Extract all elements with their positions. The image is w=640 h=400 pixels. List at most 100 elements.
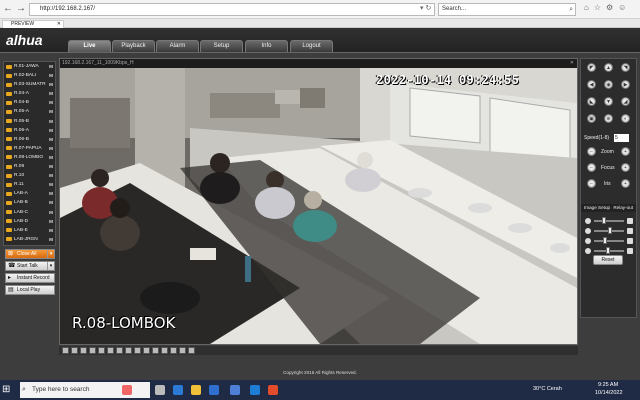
layout-1-icon[interactable]	[62, 347, 69, 354]
start-talk-button[interactable]: ☎ Start Talk ▾	[5, 261, 55, 271]
address-actions-icon[interactable]: ▾ ↻	[420, 3, 431, 15]
chrome-icon[interactable]	[268, 385, 278, 395]
zoom-in-icon[interactable]: +	[621, 147, 630, 156]
store-icon[interactable]	[230, 385, 240, 395]
iris-close-icon[interactable]: −	[587, 179, 596, 188]
instant-record-button[interactable]: ▸ Instant Record	[5, 273, 55, 283]
weather-status[interactable]: 30°C Cerah	[533, 386, 562, 393]
layout-36-icon[interactable]	[116, 347, 123, 354]
main-stream-toggle[interactable]: M	[49, 71, 53, 80]
ptz-down-right-icon[interactable]: ◢	[621, 97, 630, 106]
main-stream-toggle[interactable]: M	[49, 126, 53, 135]
main-stream-toggle[interactable]: M	[49, 107, 53, 116]
nav-info[interactable]: Info	[245, 40, 288, 52]
layout-25-icon[interactable]	[107, 347, 114, 354]
back-icon[interactable]: ←	[2, 3, 14, 15]
browser-tab[interactable]: PREVIEW ✕	[2, 20, 64, 28]
nav-alarm[interactable]: Alarm	[156, 40, 199, 52]
main-stream-toggle[interactable]: M	[49, 62, 53, 71]
main-stream-toggle[interactable]: M	[49, 180, 53, 189]
camera-list-item[interactable]: R.01-JAWA M	[4, 62, 55, 71]
slider-handle[interactable]	[608, 227, 613, 234]
quality-icon[interactable]	[170, 347, 177, 354]
main-stream-toggle[interactable]: M	[49, 171, 53, 180]
forward-icon[interactable]: →	[15, 3, 27, 15]
fullscreen-icon[interactable]	[152, 347, 159, 354]
video-window[interactable]: 192.168.2.167_11_1009Kbps_H ✕ 2022-10-14…	[59, 58, 578, 345]
slider-handle[interactable]	[601, 217, 606, 224]
main-stream-toggle[interactable]: M	[49, 198, 53, 207]
relay-out-tab[interactable]: Relay-out	[613, 204, 633, 212]
chevron-down-icon[interactable]: ▾	[47, 250, 54, 258]
camera-list-item[interactable]: R.05-A M	[4, 107, 55, 116]
task-view-icon[interactable]	[155, 385, 165, 395]
ptz-menu-icon[interactable]: ◐	[621, 114, 630, 123]
nav-logout[interactable]: Logout	[290, 40, 333, 52]
focus-in-icon[interactable]: +	[621, 163, 630, 172]
camera-list-item[interactable]: R.06-A M	[4, 126, 55, 135]
mail-icon[interactable]	[209, 385, 219, 395]
clock-time[interactable]: 9:25 AM	[598, 382, 618, 389]
ptz-down-left-icon[interactable]: ◣	[587, 97, 596, 106]
chevron-down-icon[interactable]: ▾	[47, 262, 54, 270]
main-stream-toggle[interactable]: M	[49, 153, 53, 162]
main-stream-toggle[interactable]: M	[49, 162, 53, 171]
camera-list-item[interactable]: R.05-B M	[4, 117, 55, 126]
file-explorer-icon[interactable]	[191, 385, 201, 395]
main-stream-toggle[interactable]: M	[49, 144, 53, 153]
camera-list[interactable]: R.01-JAWA M R.02-BALI M R.03-SUMATR M R.04-A M R…	[3, 61, 56, 246]
ptz-up-icon[interactable]: ▲	[604, 63, 613, 72]
layout-16-icon[interactable]	[98, 347, 105, 354]
main-stream-toggle[interactable]: M	[49, 217, 53, 226]
main-stream-toggle[interactable]: M	[49, 244, 53, 245]
browser-search-input[interactable]: Search... ⌕	[438, 3, 576, 16]
ptz-center-icon[interactable]: ◉	[604, 80, 613, 89]
slider-track[interactable]	[594, 240, 624, 242]
main-stream-toggle[interactable]: M	[49, 226, 53, 235]
slider-track[interactable]	[594, 220, 624, 222]
edge-icon[interactable]	[173, 385, 183, 395]
ratio-icon[interactable]	[188, 347, 195, 354]
ptz-up-right-icon[interactable]: ◥	[621, 63, 630, 72]
local-play-button[interactable]: ▤ Local Play	[5, 285, 55, 295]
main-stream-toggle[interactable]: M	[49, 117, 53, 126]
layout-custom-icon[interactable]	[143, 347, 150, 354]
camera-list-item[interactable]: R.04-A M	[4, 89, 55, 98]
camera-list-item[interactable]: R.08-LOMBO M	[4, 153, 55, 162]
main-stream-toggle[interactable]: M	[49, 135, 53, 144]
iris-open-icon[interactable]: +	[621, 179, 630, 188]
camera-list-item[interactable]: R.10 M	[4, 171, 55, 180]
camera-list-item[interactable]: R.02-BALI M	[4, 71, 55, 80]
main-stream-toggle[interactable]: M	[49, 89, 53, 98]
main-stream-toggle[interactable]: M	[49, 235, 53, 244]
speed-select[interactable]: 5	[614, 134, 629, 142]
reset-button[interactable]: Reset	[593, 255, 623, 265]
main-stream-toggle[interactable]: M	[49, 98, 53, 107]
camera-list-item[interactable]: R.07-PAPUA M	[4, 144, 55, 153]
nav-setup[interactable]: Setup	[200, 40, 243, 52]
slider-handle[interactable]	[603, 237, 608, 244]
ptz-down-icon[interactable]: ▼	[604, 97, 613, 106]
camera-list-item[interactable]: LAB-B M	[4, 198, 55, 207]
layout-6-icon[interactable]	[125, 347, 132, 354]
ptz-zoom-box-icon[interactable]: ⊕	[604, 114, 613, 123]
camera-list-item[interactable]: R.04-B M	[4, 98, 55, 107]
layout-9-icon[interactable]	[89, 347, 96, 354]
camera-list-item[interactable]: LAB-IM	[4, 244, 55, 245]
browser-tools-icons[interactable]: ⌂☆⚙☺	[584, 3, 631, 12]
camera-list-item[interactable]: LAB-JRGN M	[4, 235, 55, 244]
camera-list-item[interactable]: LAB-D M	[4, 217, 55, 226]
main-stream-toggle[interactable]: M	[49, 189, 53, 198]
camera-list-item[interactable]: LAB-C M	[4, 208, 55, 217]
close-icon[interactable]: ✕	[570, 59, 574, 68]
layout-13-icon[interactable]	[134, 347, 141, 354]
camera-list-item[interactable]: R.03-SUMATR M	[4, 80, 55, 89]
snapshot-icon[interactable]	[161, 347, 168, 354]
clock-date[interactable]: 10/14/2022	[595, 390, 623, 397]
camera-list-item[interactable]: LAB-A M	[4, 189, 55, 198]
main-stream-toggle[interactable]: M	[49, 208, 53, 217]
ptz-3d-icon[interactable]: ▣	[587, 114, 596, 123]
nav-live[interactable]: Live	[68, 40, 111, 52]
fluency-icon[interactable]	[179, 347, 186, 354]
layout-8-icon[interactable]	[80, 347, 87, 354]
